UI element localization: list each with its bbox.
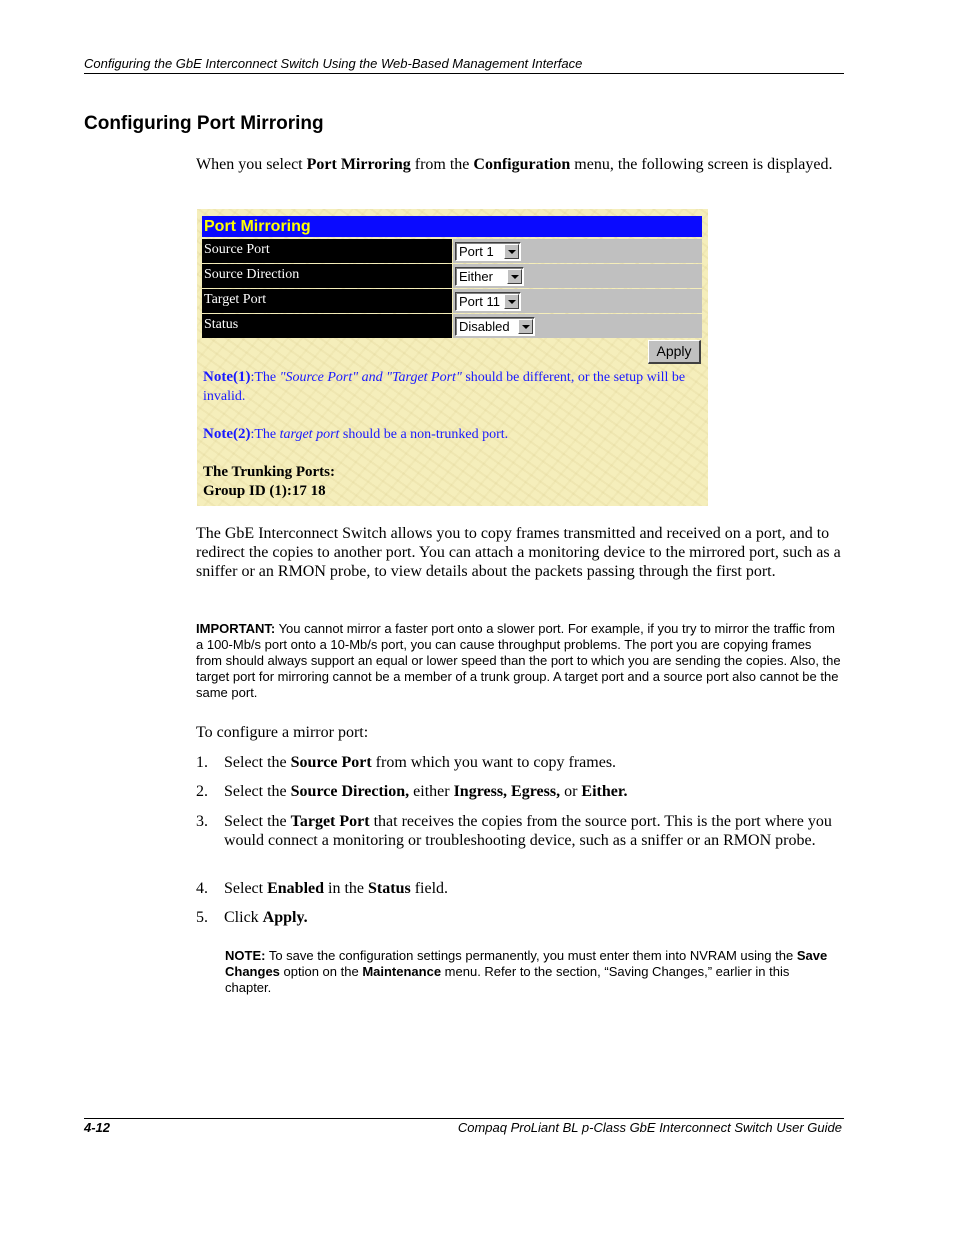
note-1-label: Note(1) bbox=[203, 369, 251, 385]
step-number: 5. bbox=[196, 909, 208, 926]
step-text: Click Apply. bbox=[224, 908, 841, 927]
panel-title: Port Mirroring bbox=[202, 216, 702, 237]
text: option on the bbox=[279, 964, 363, 979]
intro-bold-port-mirroring: Port Mirroring bbox=[306, 156, 411, 173]
step-text: Select the Source Direction, either Ingr… bbox=[224, 782, 841, 801]
important-text: You cannot mirror a faster port onto a s… bbox=[196, 621, 841, 700]
bold-term: Maintenance bbox=[362, 964, 442, 979]
guide-title: Compaq ProLiant BL p-Class GbE Interconn… bbox=[457, 1120, 842, 1135]
dropdown-arrow-icon[interactable] bbox=[518, 319, 533, 334]
field-label: Status bbox=[202, 314, 452, 338]
step-text: Select the Source Port from which you wa… bbox=[224, 753, 841, 772]
trunking-heading: The Trunking Ports: bbox=[203, 464, 335, 480]
field-cell: Either bbox=[453, 264, 702, 288]
text: in the bbox=[324, 880, 369, 897]
port-mirroring-screenshot: Port Mirroring Source Port Port 1 Source… bbox=[197, 209, 708, 506]
step-number: 4. bbox=[196, 880, 208, 897]
bold-term: Source Port bbox=[290, 754, 372, 771]
target-port-select[interactable]: Port 11 bbox=[455, 292, 521, 311]
apply-button[interactable]: Apply bbox=[648, 340, 701, 364]
field-row-source-port: Source Port Port 1 bbox=[202, 239, 702, 263]
text: or bbox=[560, 783, 582, 800]
step-text: Select the Target Port that receives the… bbox=[224, 812, 841, 850]
note-italic: target port bbox=[279, 427, 340, 442]
dropdown-arrow-icon[interactable] bbox=[504, 294, 519, 309]
note-label: NOTE: bbox=[225, 948, 266, 963]
text: Select the bbox=[224, 813, 291, 830]
step-text: Select Enabled in the Status field. bbox=[224, 879, 841, 898]
step-number: 2. bbox=[196, 783, 208, 800]
important-notice: IMPORTANT: You cannot mirror a faster po… bbox=[196, 621, 841, 701]
field-row-status: Status Disabled bbox=[202, 314, 702, 338]
intro-text: menu, the following screen is displayed. bbox=[570, 156, 833, 173]
text: Select bbox=[224, 880, 268, 897]
note-2-label: Note(2) bbox=[203, 426, 251, 442]
important-label: IMPORTANT: bbox=[196, 621, 276, 636]
section-title: Configuring Port Mirroring bbox=[84, 113, 324, 134]
bold-term: Status bbox=[368, 880, 411, 897]
field-cell: Port 11 bbox=[453, 289, 702, 313]
select-value: Port 11 bbox=[459, 294, 500, 309]
text: from which you want to copy frames. bbox=[371, 754, 617, 771]
status-select[interactable]: Disabled bbox=[455, 317, 535, 336]
note-2: Note(2):The target port should be a non-… bbox=[203, 425, 703, 444]
text: either bbox=[409, 783, 454, 800]
select-value: Port 1 bbox=[459, 244, 494, 259]
text: field. bbox=[410, 880, 449, 897]
bold-term: Ingress, Egress, bbox=[453, 783, 561, 800]
trunking-group: Group ID (1):17 18 bbox=[203, 483, 326, 499]
trunking-ports: The Trunking Ports: Group ID (1):17 18 bbox=[203, 463, 335, 501]
note-text: :The bbox=[250, 427, 280, 442]
field-row-target-port: Target Port Port 11 bbox=[202, 289, 702, 313]
header-rule bbox=[84, 73, 844, 74]
nvram-note: NOTE: To save the configuration settings… bbox=[225, 948, 835, 996]
bold-term: Enabled bbox=[267, 880, 325, 897]
field-label: Target Port bbox=[202, 289, 452, 313]
footer-rule bbox=[84, 1118, 844, 1119]
note-text: should be a non-trunked port. bbox=[339, 427, 509, 442]
procedure-intro: To configure a mirror port: bbox=[196, 724, 369, 741]
bold-term: Target Port bbox=[290, 813, 370, 830]
text: Select the bbox=[224, 783, 291, 800]
bold-term: Source Direction, bbox=[290, 783, 410, 800]
source-port-select[interactable]: Port 1 bbox=[455, 242, 521, 261]
page-number: 4-12 bbox=[84, 1120, 111, 1135]
note-text: :The bbox=[250, 370, 280, 385]
step-number: 3. bbox=[196, 813, 208, 830]
intro-text: from the bbox=[410, 156, 474, 173]
select-value: Disabled bbox=[459, 319, 510, 334]
intro-bold-configuration: Configuration bbox=[473, 156, 571, 173]
note-italic: "Source Port" and "Target Port" bbox=[279, 370, 462, 385]
bold-term: Either. bbox=[581, 783, 628, 800]
source-direction-select[interactable]: Either bbox=[455, 267, 524, 286]
select-value: Either bbox=[459, 269, 493, 284]
dropdown-arrow-icon[interactable] bbox=[507, 269, 522, 284]
step-number: 1. bbox=[196, 754, 208, 771]
bold-term: Apply. bbox=[262, 909, 308, 926]
field-label: Source Port bbox=[202, 239, 452, 263]
field-cell: Port 1 bbox=[453, 239, 702, 263]
text: Click bbox=[224, 909, 263, 926]
field-label: Source Direction bbox=[202, 264, 452, 288]
running-header: Configuring the GbE Interconnect Switch … bbox=[84, 56, 583, 71]
field-row-source-direction: Source Direction Either bbox=[202, 264, 702, 288]
text: Select the bbox=[224, 754, 291, 771]
text: To save the configuration settings perma… bbox=[265, 948, 797, 963]
description-paragraph: The GbE Interconnect Switch allows you t… bbox=[196, 525, 841, 580]
intro-paragraph: When you select Port Mirroring from the … bbox=[196, 155, 836, 174]
dropdown-arrow-icon[interactable] bbox=[504, 244, 519, 259]
field-cell: Disabled bbox=[453, 314, 702, 338]
intro-text: When you select bbox=[196, 156, 307, 173]
note-1: Note(1):The "Source Port" and "Target Po… bbox=[203, 368, 703, 406]
